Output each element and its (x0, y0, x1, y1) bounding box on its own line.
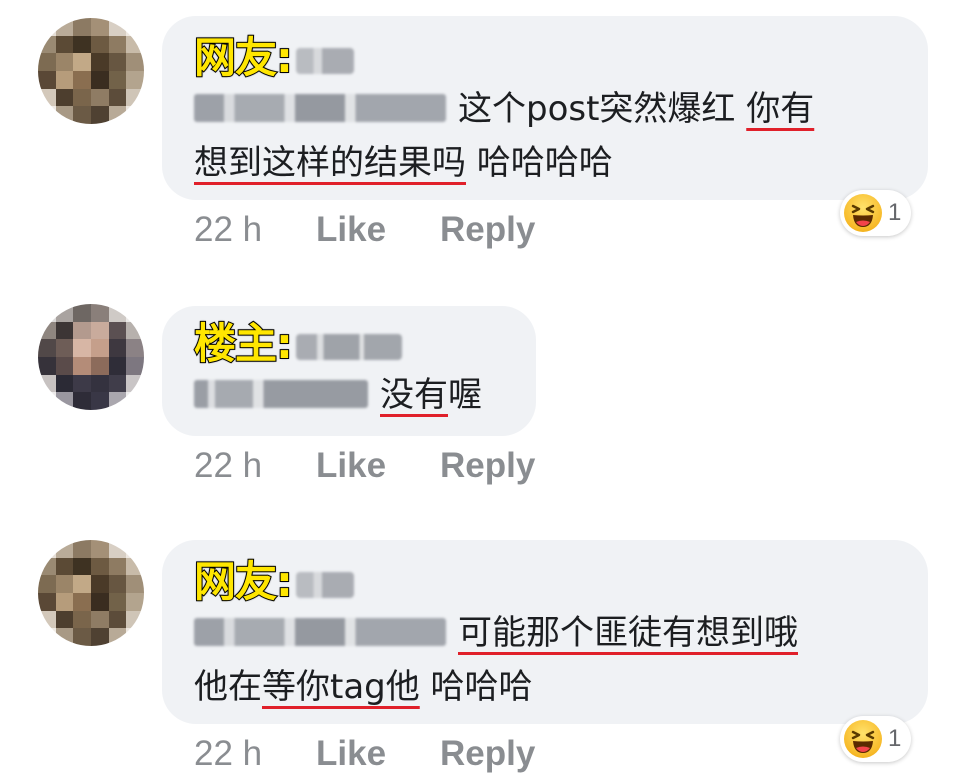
comment-line-1: 这个post突然爆红 你有 (194, 82, 896, 136)
comment-bubble: 网友: 这个post突然爆红 你有 想到这样的结果吗 哈哈哈哈 (162, 16, 928, 200)
comment-text-plain: 他在 (194, 667, 262, 707)
comment-line-1: 没有喔 (194, 368, 504, 422)
comment-bubble: 网友: 可能那个匪徒有想到哦 他在等你tag他 哈哈哈 (162, 540, 928, 724)
timestamp[interactable]: 22 h (194, 210, 316, 250)
comment-text-underlined: 想到这样的结果吗 (194, 143, 466, 183)
reaction-count: 1 (888, 725, 902, 752)
like-button[interactable]: Like (316, 210, 440, 250)
comment-text: 这个post突然爆红 你有 想到这样的结果吗 哈哈哈哈 (194, 82, 896, 190)
comment-text-plain: 哈哈哈哈 (466, 143, 613, 183)
comment-text-underlined: 没有 (380, 375, 448, 415)
comment-text-underlined: 等你tag他 (262, 667, 420, 707)
avatar[interactable] (38, 18, 144, 124)
reply-button[interactable]: Reply (440, 446, 535, 486)
comment-line-2: 想到这样的结果吗 哈哈哈哈 (194, 136, 896, 190)
comment-line-1: 可能那个匪徒有想到哦 (194, 606, 896, 660)
comment-actions: 22 h Like Reply (194, 444, 535, 488)
laughing-emoji-icon (844, 194, 882, 232)
laughing-emoji-icon (844, 720, 882, 758)
reaction-badge[interactable]: 1 (840, 716, 912, 762)
timestamp[interactable]: 22 h (194, 446, 316, 486)
like-button[interactable]: Like (316, 734, 440, 774)
comment-text-plain: 这个post突然爆红 (458, 89, 747, 129)
blurred-mention[interactable] (194, 94, 446, 122)
comment-bubble: 楼主: 没有喔 (162, 306, 536, 436)
role-label: 网友: (193, 557, 294, 607)
avatar[interactable] (38, 304, 144, 410)
comment-text-plain: 喔 (448, 375, 482, 415)
like-button[interactable]: Like (316, 446, 440, 486)
comment-line-2: 他在等你tag他 哈哈哈 (194, 660, 896, 714)
reaction-count: 1 (888, 199, 902, 226)
blurred-author-name[interactable] (295, 334, 402, 360)
blurred-author-name[interactable] (295, 48, 354, 74)
comment-text-plain: 哈哈哈 (419, 667, 533, 707)
author-row: 网友: (193, 554, 896, 607)
reaction-badge[interactable]: 1 (840, 190, 912, 236)
author-row: 楼主: (193, 316, 504, 369)
role-label: 楼主: (193, 319, 294, 369)
avatar[interactable] (38, 540, 144, 646)
reply-button[interactable]: Reply (440, 734, 535, 774)
blurred-mention[interactable] (194, 618, 446, 646)
blurred-author-name[interactable] (295, 572, 354, 598)
blurred-mention[interactable] (194, 380, 368, 408)
author-row: 网友: (193, 30, 896, 83)
comment-actions: 22 h Like Reply (194, 732, 535, 776)
comment-text-underlined: 你有 (746, 89, 815, 129)
timestamp[interactable]: 22 h (194, 734, 316, 774)
comment-actions: 22 h Like Reply (194, 208, 535, 252)
comment-text: 可能那个匪徒有想到哦 他在等你tag他 哈哈哈 (194, 606, 896, 714)
comment-text-underlined: 可能那个匪徒有想到哦 (458, 613, 798, 653)
role-label: 网友: (193, 33, 294, 83)
comment-text: 没有喔 (194, 368, 504, 422)
reply-button[interactable]: Reply (440, 210, 535, 250)
